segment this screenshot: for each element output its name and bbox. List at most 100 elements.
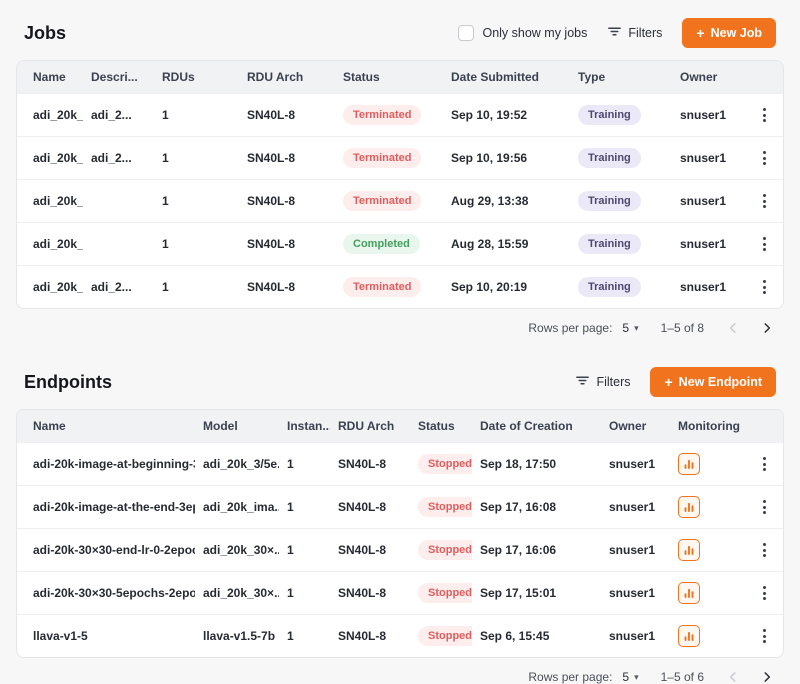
endpoint-instances: 1 (279, 572, 330, 615)
kebab-menu-icon[interactable] (758, 625, 771, 647)
jobs-pagination: Rows per page: 5 ▾ 1–5 of 8 (16, 309, 784, 335)
chevron-down-icon: ▾ (634, 323, 639, 334)
table-row[interactable]: adi_20k_... 1 SN40L-8 Completed Aug 28, … (17, 223, 784, 266)
kebab-menu-icon[interactable] (758, 190, 771, 212)
column-header-date-submitted: Date Submitted (443, 61, 570, 94)
endpoint-rdu-arch: SN40L-8 (330, 443, 410, 486)
endpoints-filters-button[interactable]: Filters (571, 367, 634, 397)
rows-per-page-select[interactable]: 5 ▾ (622, 670, 638, 684)
type-badge: Training (578, 105, 641, 125)
endpoint-instances: 1 (279, 529, 330, 572)
jobs-table: Name Descri... RDUs RDU Arch Status Date… (17, 61, 784, 308)
chevron-down-icon: ▾ (634, 672, 639, 683)
kebab-menu-icon[interactable] (758, 453, 771, 475)
endpoint-instances: 1 (279, 443, 330, 486)
only-show-my-jobs-checkbox[interactable] (458, 25, 474, 41)
endpoint-rdu-arch: SN40L-8 (330, 615, 410, 658)
jobs-filters-button[interactable]: Filters (603, 18, 666, 48)
table-row[interactable]: adi_20k_... adi_2... 1 SN40L-8 Terminate… (17, 266, 784, 309)
job-name: adi_20k_... (17, 180, 83, 223)
status-badge: Terminated (343, 277, 421, 297)
monitoring-chart-icon[interactable] (678, 496, 700, 518)
job-name: adi_20k_... (17, 137, 83, 180)
job-description: adi_2... (83, 94, 154, 137)
endpoints-header-row: Name Model Instan... RDU Arch Status Dat… (17, 410, 784, 443)
new-job-label: New Job (711, 26, 762, 40)
endpoint-date-of-creation: Sep 17, 16:08 (472, 486, 601, 529)
job-rdu-arch: SN40L-8 (239, 266, 335, 309)
endpoint-name: adi-20k-image-at-beginning-3e... (17, 443, 195, 486)
monitoring-chart-icon[interactable] (678, 625, 700, 647)
endpoint-name: adi-20k-image-at-the-end-3epo... (17, 486, 195, 529)
table-row[interactable]: adi_20k_... 1 SN40L-8 Terminated Aug 29,… (17, 180, 784, 223)
table-row[interactable]: adi_20k_... adi_2... 1 SN40L-8 Terminate… (17, 137, 784, 180)
column-header-rdu-arch: RDU Arch (239, 61, 335, 94)
column-header-owner: Owner (601, 410, 670, 443)
table-row[interactable]: adi_20k_... adi_2... 1 SN40L-8 Terminate… (17, 94, 784, 137)
filter-icon (607, 24, 622, 42)
endpoint-rdu-arch: SN40L-8 (330, 572, 410, 615)
chevron-left-icon[interactable] (726, 670, 740, 684)
column-header-description: Descri... (83, 61, 154, 94)
rows-per-page-value: 5 (622, 670, 629, 684)
kebab-menu-icon[interactable] (758, 104, 771, 126)
type-badge: Training (578, 234, 641, 254)
new-endpoint-button[interactable]: + New Endpoint (650, 367, 776, 397)
table-row[interactable]: adi-20k-image-at-the-end-3epo... adi_20k… (17, 486, 784, 529)
chevron-right-icon[interactable] (760, 321, 774, 335)
kebab-menu-icon[interactable] (758, 276, 771, 298)
endpoint-instances: 1 (279, 615, 330, 658)
table-row[interactable]: adi-20k-30×30-5epochs-2epoc... adi_20k_3… (17, 572, 784, 615)
endpoint-date-of-creation: Sep 18, 17:50 (472, 443, 601, 486)
job-owner: snuser1 (672, 94, 746, 137)
rows-per-page: Rows per page: 5 ▾ (528, 670, 638, 684)
column-header-name: Name (17, 410, 195, 443)
endpoint-name: adi-20k-30×30-end-lr-0-2epoch... (17, 529, 195, 572)
endpoint-date-of-creation: Sep 17, 16:06 (472, 529, 601, 572)
jobs-section: Jobs Only show my jobs Filters + New Job (16, 12, 784, 335)
jobs-header-row: Name Descri... RDUs RDU Arch Status Date… (17, 61, 784, 94)
rows-per-page-label: Rows per page: (528, 670, 612, 684)
jobs-table-card: Name Descri... RDUs RDU Arch Status Date… (16, 60, 784, 309)
kebab-menu-icon[interactable] (758, 496, 771, 518)
endpoints-section-header: Endpoints Filters + New Endpoint (16, 361, 784, 409)
only-show-my-jobs-checkbox-group[interactable]: Only show my jobs (458, 25, 587, 41)
column-header-owner: Owner (672, 61, 746, 94)
column-header-rdus: RDUs (154, 61, 239, 94)
job-rdus: 1 (154, 266, 239, 309)
table-row[interactable]: llava-v1-5 llava-v1.5-7b 1 SN40L-8 Stopp… (17, 615, 784, 658)
job-description: adi_2... (83, 266, 154, 309)
job-rdus: 1 (154, 137, 239, 180)
kebab-menu-icon[interactable] (758, 582, 771, 604)
table-row[interactable]: adi-20k-image-at-beginning-3e... adi_20k… (17, 443, 784, 486)
chevron-left-icon[interactable] (726, 321, 740, 335)
job-description (83, 180, 154, 223)
monitoring-chart-icon[interactable] (678, 453, 700, 475)
job-date-submitted: Sep 10, 20:19 (443, 266, 570, 309)
jobs-filters-label: Filters (628, 26, 662, 40)
kebab-menu-icon[interactable] (758, 539, 771, 561)
chevron-right-icon[interactable] (760, 670, 774, 684)
new-job-button[interactable]: + New Job (682, 18, 776, 48)
kebab-menu-icon[interactable] (758, 233, 771, 255)
kebab-menu-icon[interactable] (758, 147, 771, 169)
page-title-endpoints: Endpoints (24, 372, 112, 393)
monitoring-chart-icon[interactable] (678, 539, 700, 561)
status-badge: Completed (343, 234, 420, 254)
rows-per-page-label: Rows per page: (528, 321, 612, 335)
only-show-my-jobs-label: Only show my jobs (482, 26, 587, 40)
column-header-instances: Instan... (279, 410, 330, 443)
rows-per-page-select[interactable]: 5 ▾ (622, 321, 638, 335)
jobs-controls: Only show my jobs Filters + New Job (458, 18, 776, 48)
status-badge: Terminated (343, 148, 421, 168)
column-header-monitoring: Monitoring (670, 410, 741, 443)
plus-icon: + (664, 375, 672, 389)
endpoint-model: adi_20k_30×... (195, 529, 279, 572)
endpoints-controls: Filters + New Endpoint (571, 367, 776, 397)
type-badge: Training (578, 148, 641, 168)
status-badge: Stopped (418, 583, 472, 603)
monitoring-chart-icon[interactable] (678, 582, 700, 604)
table-row[interactable]: adi-20k-30×30-end-lr-0-2epoch... adi_20k… (17, 529, 784, 572)
endpoint-model: adi_20k_30×... (195, 572, 279, 615)
status-badge: Stopped (418, 454, 472, 474)
